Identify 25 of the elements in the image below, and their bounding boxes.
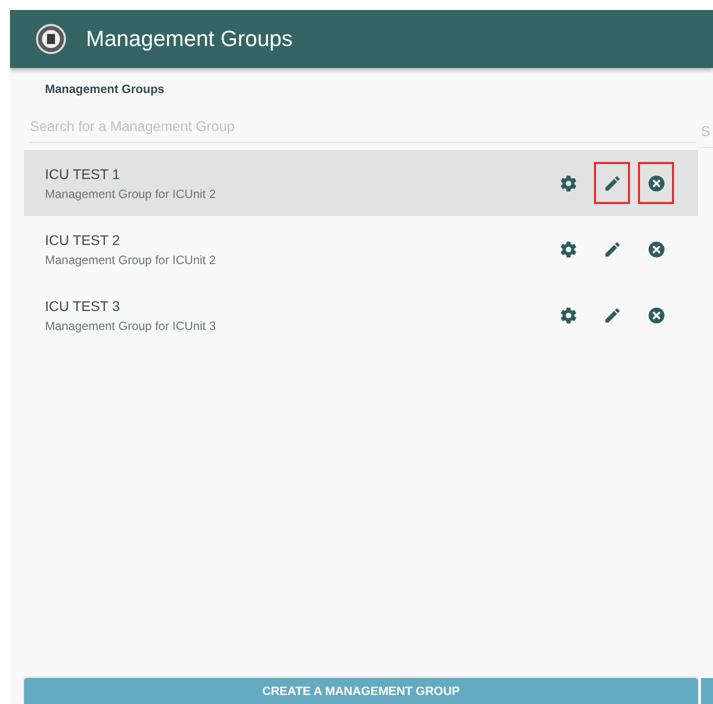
close-icon: [646, 174, 666, 192]
close-icon: [646, 306, 666, 324]
settings-icon: [558, 174, 578, 192]
group-name: ICU TEST 3: [45, 298, 121, 314]
edit-button[interactable]: [594, 162, 630, 204]
settings-icon: [558, 240, 578, 258]
group-description: Management Group for ICUnit 3: [45, 318, 216, 332]
header-title: Management Groups: [86, 26, 293, 52]
close-icon: [646, 240, 666, 258]
logo-icon: [36, 24, 66, 54]
settings-icon: [558, 306, 578, 324]
group-description: Management Group for ICUnit 2: [45, 186, 216, 200]
group-name: ICU TEST 1: [45, 166, 121, 182]
section-label: Management Groups: [45, 82, 166, 96]
delete-button[interactable]: [638, 162, 674, 204]
group-list-item[interactable]: ICU TEST 2 Management Group for ICUnit 2: [24, 216, 698, 282]
group-description: Management Group for ICUnit 2: [45, 252, 216, 266]
search-field[interactable]: S: [701, 119, 713, 148]
group-list-item[interactable]: ICU TEST 1 Management Group for ICUnit 2: [24, 150, 698, 216]
pencil-icon: [602, 306, 622, 324]
group-name: ICU TEST 2: [45, 232, 121, 248]
group-list-item[interactable]: ICU TEST 3 Management Group for ICUnit 3: [24, 282, 698, 348]
pencil-icon: [602, 174, 622, 192]
pencil-icon: [602, 240, 622, 258]
search-field[interactable]: Search for a Management Group: [30, 114, 696, 143]
